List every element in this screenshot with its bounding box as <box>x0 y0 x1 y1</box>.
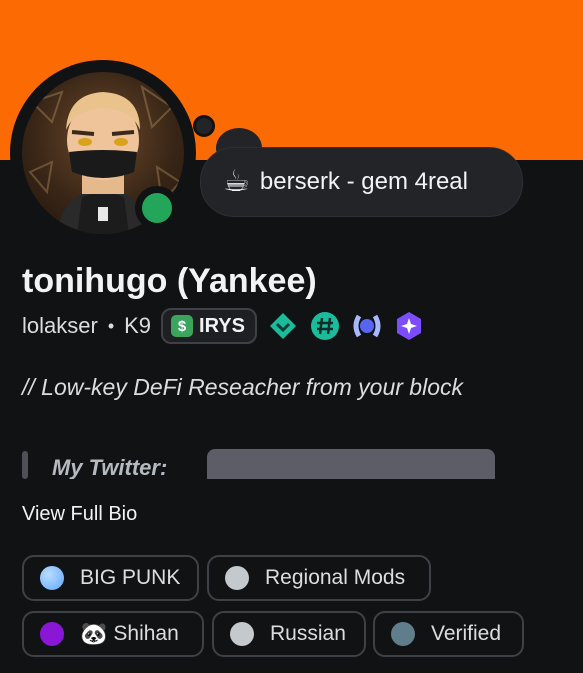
username[interactable]: lolakser <box>22 313 98 339</box>
quest-icon[interactable] <box>393 310 425 342</box>
role-label: Verified <box>431 622 502 645</box>
profile-meta-row: lolakser • K9 $ IRYS <box>22 308 425 344</box>
role-pill[interactable]: 🐼 Shihan <box>22 611 204 657</box>
role-label: Shihan <box>113 622 179 645</box>
role-color-dot <box>230 622 254 646</box>
bio-text: // Low-key DeFi Reseacher from your bloc… <box>22 374 463 400</box>
dollar-icon: $ <box>171 315 194 337</box>
custom-status-bubble[interactable]: ☕ berserk - gem 4real <box>200 147 523 217</box>
nitro-gem-icon[interactable] <box>267 310 299 342</box>
status-bubble-tail-small <box>193 115 215 137</box>
view-full-bio-link[interactable]: View Full Bio <box>22 503 137 526</box>
role-pill[interactable]: Regional Mods <box>207 555 431 601</box>
role-pill[interactable]: Russian <box>212 611 366 657</box>
role-label: BIG PUNK <box>80 566 181 589</box>
custom-status-text: berserk - gem 4real <box>259 168 468 195</box>
laurel-icon[interactable] <box>351 310 383 342</box>
panda-icon: 🐼 <box>80 621 108 646</box>
server-tag[interactable]: $ IRYS <box>161 308 257 344</box>
display-name: tonihugo (Yankee) <box>22 262 317 300</box>
server-tag-label: IRYS <box>199 314 245 337</box>
twitter-label: My Twitter: <box>52 455 168 479</box>
quote-bar <box>22 451 28 479</box>
role-label: Regional Mods <box>265 566 406 589</box>
redacted-link <box>207 449 495 479</box>
online-status-indicator <box>135 186 179 230</box>
coffee-icon: ☕ <box>223 165 250 198</box>
role-label: Russian <box>270 622 346 645</box>
role-color-dot <box>40 622 64 646</box>
role-color-dot <box>391 622 415 646</box>
role-pill[interactable]: Verified <box>373 611 524 657</box>
pronoun-tag: K9 <box>124 313 152 338</box>
role-color-dot <box>225 566 249 590</box>
role-color-dot <box>40 566 64 590</box>
hashtag-icon[interactable] <box>309 310 341 342</box>
separator-dot: • <box>107 315 115 336</box>
role-pill[interactable]: BIG PUNK <box>22 555 199 601</box>
